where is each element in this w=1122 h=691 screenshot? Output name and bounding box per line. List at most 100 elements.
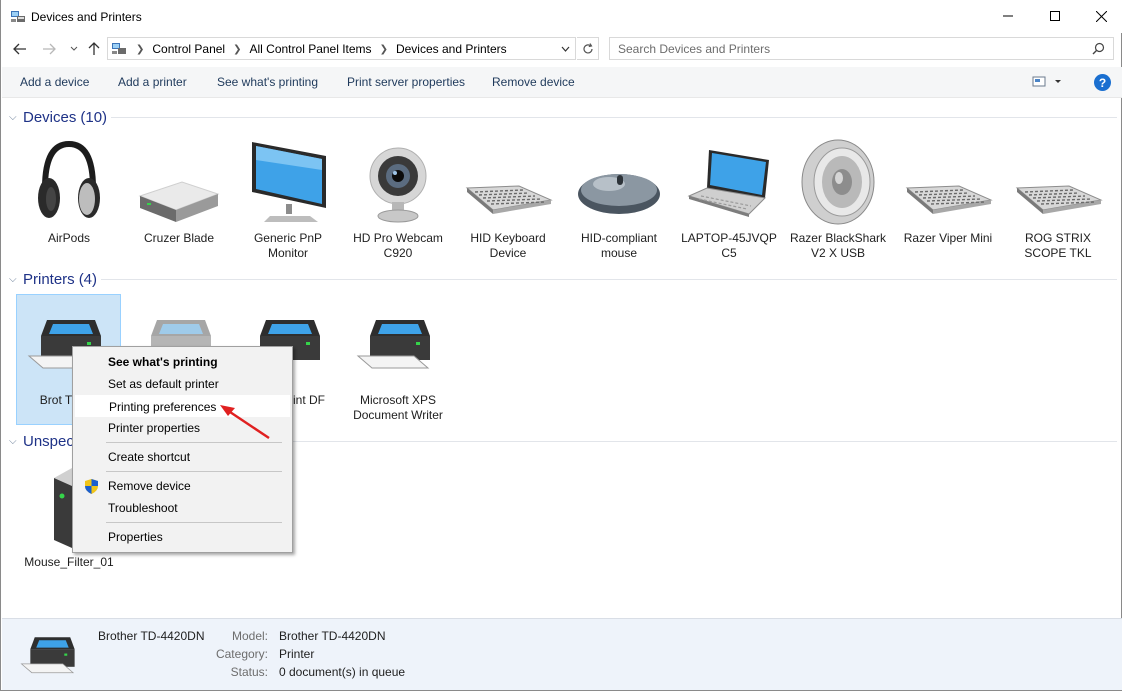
device-item-razer-viper-mini[interactable]: Razer Viper Mini (895, 136, 1001, 261)
breadcrumb-devices-printers[interactable]: Devices and Printers (396, 42, 507, 56)
breadcrumb-control-panel[interactable]: Control Panel (152, 42, 225, 56)
device-item-cruzer-blade[interactable]: Cruzer Blade (126, 136, 232, 261)
device-label: ROG STRIX SCOPE TKL (1024, 231, 1092, 260)
webcam-icon (369, 147, 427, 223)
details-model-key: Model: (231, 629, 268, 643)
monitor-icon (252, 142, 326, 222)
remove-device-button[interactable]: Remove device (492, 75, 575, 89)
unspecified-group-title: Unspec (23, 432, 74, 450)
print-server-properties-button[interactable]: Print server properties (347, 75, 465, 89)
close-button[interactable] (1078, 0, 1122, 32)
chevron-right-icon[interactable]: ❯ (233, 44, 241, 55)
menu-item-remove-device[interactable]: Remove device (75, 475, 290, 497)
chevron-down-icon[interactable] (561, 46, 570, 52)
add-printer-button[interactable]: Add a printer (118, 75, 187, 89)
context-menu: See what's printing Set as default print… (72, 346, 293, 553)
refresh-icon (582, 42, 593, 53)
refresh-button[interactable] (577, 37, 599, 60)
recent-locations-button[interactable] (65, 40, 83, 58)
breadcrumb-all-items[interactable]: All Control Panel Items (250, 42, 372, 56)
help-icon: ? (1098, 75, 1107, 90)
device-label: AirPods (47, 231, 91, 245)
devices-printers-app-icon (11, 11, 25, 22)
device-item-airpods[interactable]: AirPods (16, 136, 122, 261)
printer-icon (356, 320, 430, 369)
minimize-button[interactable] (985, 0, 1031, 32)
printers-group-count: (4) (78, 270, 98, 288)
chevron-right-icon[interactable]: ❯ (136, 44, 144, 55)
device-label: LAPTOP-45JVQP C5 (681, 231, 777, 260)
device-item-hd-pro-webcam[interactable]: HD Pro Webcam C920 (345, 136, 451, 261)
details-pane: Brother TD-4420DN Model: Brother TD-4420… (2, 618, 1122, 690)
up-arrow-icon (88, 42, 100, 55)
group-divider (101, 279, 1117, 280)
usb-drive-icon (138, 181, 220, 222)
address-bar[interactable]: ❯ Control Panel ❯ All Control Panel Item… (107, 37, 576, 60)
device-label: Razer Viper Mini (903, 231, 993, 245)
menu-item-properties[interactable]: Properties (75, 526, 290, 548)
device-item-laptop[interactable]: LAPTOP-45JVQP C5 (676, 136, 782, 261)
device-label: Mouse_Filter_01 (24, 555, 114, 569)
printers-group-header[interactable]: ⌵ Printers (4) (9, 270, 97, 288)
view-options-icon (1032, 76, 1061, 87)
help-button[interactable]: ? (1094, 74, 1111, 91)
menu-item-troubleshoot[interactable]: Troubleshoot (75, 497, 290, 519)
device-label: HID-compliant mouse (580, 231, 658, 260)
devices-group-header[interactable]: ⌵ Devices (10) (9, 108, 107, 126)
menu-separator (106, 471, 282, 472)
details-category-value: Printer (279, 647, 315, 661)
device-item-generic-pnp-monitor[interactable]: Generic PnP Monitor (235, 136, 341, 261)
printer-item-xps[interactable]: Microsoft XPS Document Writer (345, 296, 451, 424)
devices-and-printers-window: Devices and Printers ❯ Control Panel ❯ A… (0, 0, 1122, 691)
annotation-arrow-icon (220, 405, 270, 439)
address-row: ❯ Control Panel ❯ All Control Panel Item… (1, 36, 1122, 62)
maximize-button[interactable] (1032, 0, 1078, 32)
collapse-chevron-icon[interactable]: ⌵ (9, 112, 21, 123)
device-label: Cruzer Blade (143, 231, 215, 245)
headphones-icon (38, 140, 100, 218)
details-model-value: Brother TD-4420DN (279, 629, 386, 643)
search-box[interactable] (609, 37, 1114, 60)
device-label: HID Keyboard Device (470, 231, 546, 260)
keyboard-icon (905, 185, 993, 214)
minimize-icon (1003, 15, 1013, 17)
change-view-button[interactable] (1032, 76, 1062, 91)
forward-button[interactable] (40, 40, 58, 58)
device-item-rog-strix-scope[interactable]: ROG STRIX SCOPE TKL (1005, 136, 1111, 261)
printer-label: Microsoft XPS Document Writer (353, 393, 443, 422)
device-label: Generic PnP Monitor (253, 231, 323, 260)
details-status-key: Status: (230, 665, 268, 679)
laptop-icon (687, 150, 769, 217)
control-panel-icon (112, 43, 126, 54)
keyboard-icon (465, 185, 553, 214)
device-item-hid-keyboard[interactable]: HID Keyboard Device (455, 136, 561, 261)
title-bar: Devices and Printers (1, 0, 1122, 33)
up-button[interactable] (85, 40, 103, 58)
devices-group-count: (10) (80, 108, 108, 126)
see-whats-printing-button[interactable]: See what's printing (217, 75, 318, 89)
back-arrow-icon (13, 43, 26, 55)
window-title: Devices and Printers (31, 10, 142, 24)
maximize-icon (1050, 11, 1060, 21)
collapse-chevron-icon[interactable]: ⌵ (9, 436, 21, 447)
menu-item-set-default-printer[interactable]: Set as default printer (75, 373, 290, 395)
device-item-hid-mouse[interactable]: HID-compliant mouse (566, 136, 672, 261)
chevron-right-icon[interactable]: ❯ (380, 44, 388, 55)
search-icon[interactable] (1092, 42, 1105, 55)
add-device-button[interactable]: Add a device (20, 75, 89, 89)
printer-icon (20, 637, 75, 674)
menu-separator (106, 442, 282, 443)
mouse-icon (578, 174, 660, 214)
back-button[interactable] (11, 40, 29, 58)
forward-arrow-icon (43, 43, 56, 55)
collapse-chevron-icon[interactable]: ⌵ (9, 274, 21, 285)
device-item-razer-blackshark[interactable]: Razer BlackShark V2 X USB (785, 136, 891, 261)
menu-item-create-shortcut[interactable]: Create shortcut (75, 446, 290, 468)
printers-group-title: Printers (23, 270, 75, 288)
menu-item-see-whats-printing[interactable]: See what's printing (75, 351, 290, 373)
unspecified-group-header[interactable]: ⌵ Unspec (9, 432, 74, 450)
menu-separator (106, 522, 282, 523)
details-category-key: Category: (215, 647, 268, 661)
chevron-down-icon (70, 46, 78, 51)
search-input[interactable] (610, 38, 1070, 59)
